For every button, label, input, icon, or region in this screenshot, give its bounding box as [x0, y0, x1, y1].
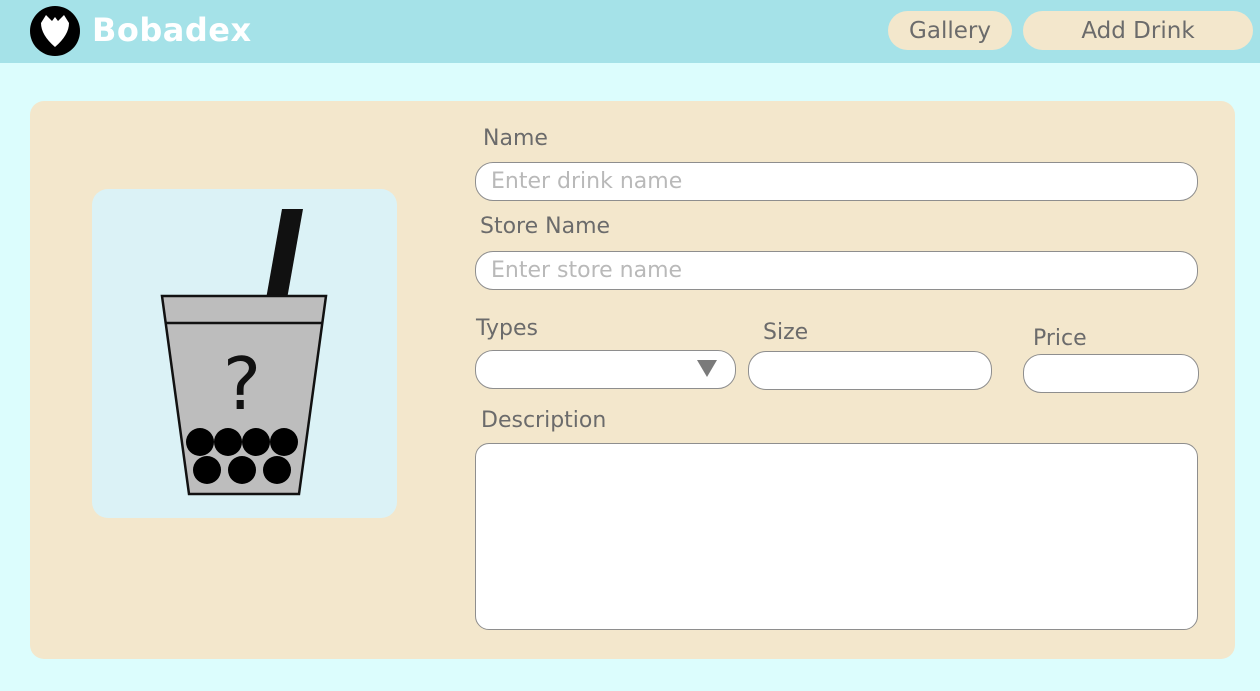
gallery-button[interactable]: Gallery [888, 11, 1012, 50]
types-label: Types [476, 316, 538, 341]
top-bar: Bobadex Gallery Add Drink [0, 0, 1260, 63]
size-label: Size [763, 320, 809, 345]
price-label: Price [1033, 326, 1087, 351]
drink-image-upload[interactable]: ? [92, 189, 397, 518]
description-label: Description [481, 408, 607, 433]
size-input[interactable] [748, 351, 992, 390]
drink-name-input[interactable] [475, 162, 1198, 201]
question-mark-text: ? [223, 342, 261, 426]
types-select[interactable] [475, 350, 736, 389]
heart-logo-icon[interactable] [30, 6, 80, 56]
description-textarea[interactable] [475, 443, 1198, 630]
price-input[interactable] [1023, 354, 1199, 393]
add-drink-button[interactable]: Add Drink [1023, 11, 1253, 50]
name-label: Name [483, 126, 548, 151]
boba-cup-question-icon: ? [160, 209, 328, 496]
store-name-input[interactable] [475, 251, 1198, 290]
app-title: Bobadex [92, 11, 252, 49]
store-name-label: Store Name [480, 214, 611, 239]
